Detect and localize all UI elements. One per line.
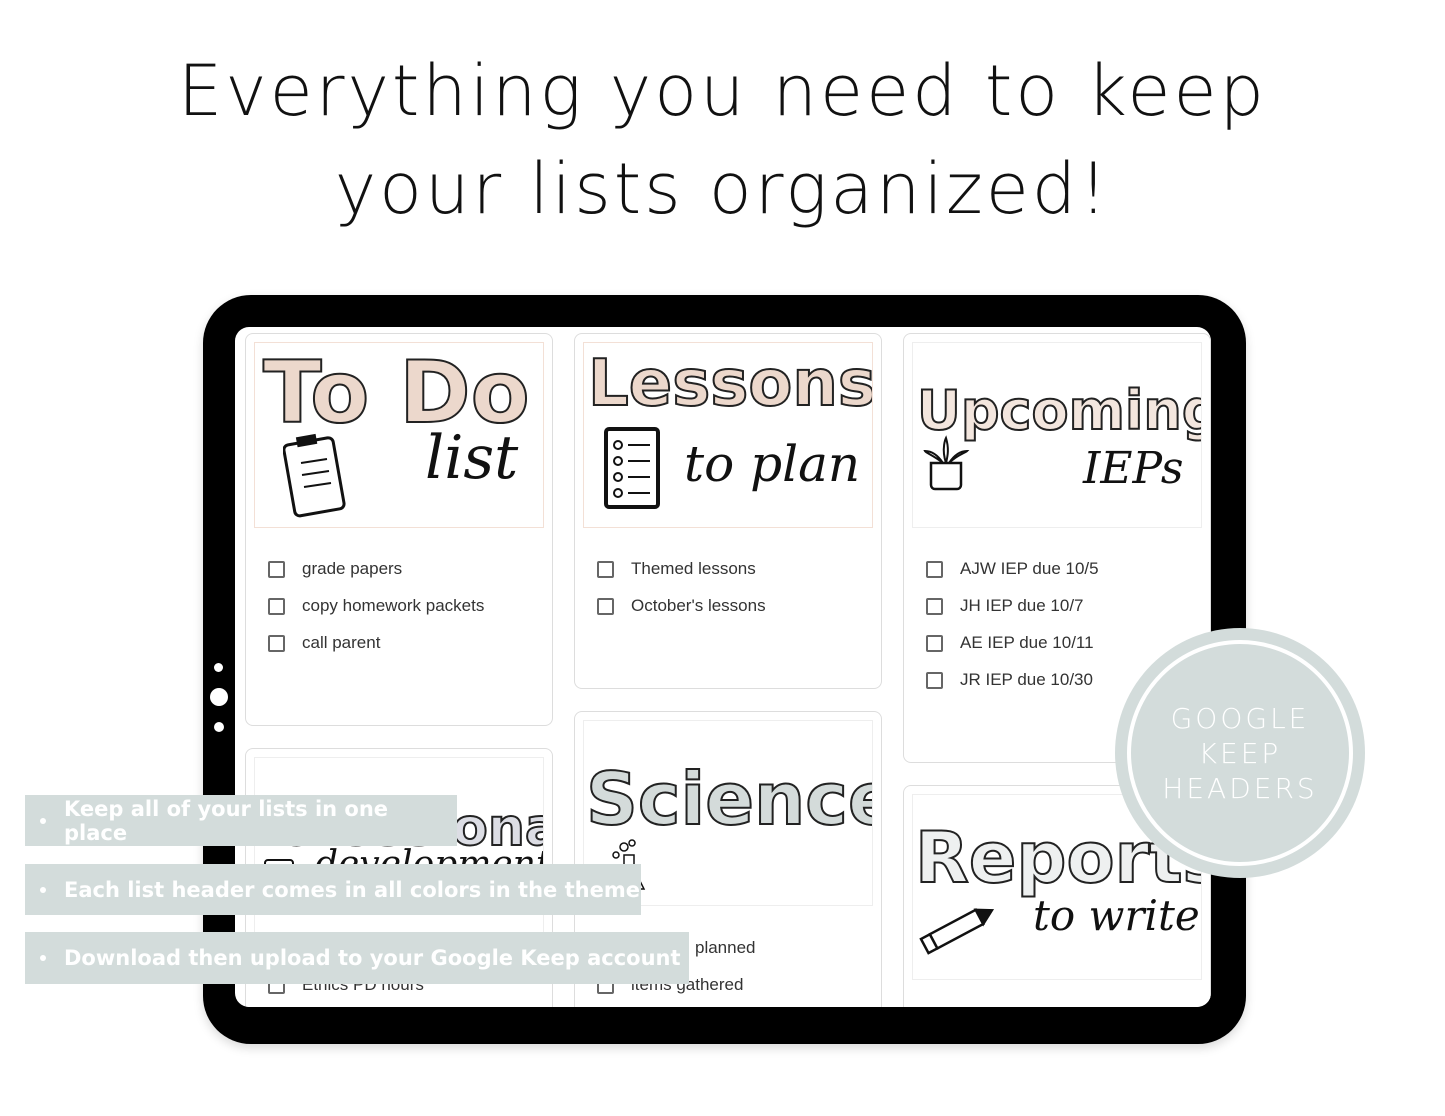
badge-line-2: KEEP [1198,736,1282,770]
checklist-item[interactable]: planned [695,938,756,958]
item-text: planned [695,938,756,957]
tablet-button-icon [210,688,228,706]
checklist-item[interactable]: AJW IEP due 10/5 [926,559,1099,579]
checkbox[interactable] [926,634,943,652]
item-text: grade papers [302,559,403,578]
checkbox[interactable] [268,634,285,652]
note-card-lessons[interactable]: Lessons to plan Themed lessons October's… [574,333,882,689]
badge-line-1: GOOGLE [1170,701,1310,735]
headline-line-2: your lists organized! [334,148,1111,230]
item-text: AE IEP due 10/11 [960,633,1094,652]
bullet-icon [40,955,46,961]
plant-icon [923,435,970,491]
checkbox[interactable] [926,560,943,578]
checklist-item[interactable]: AE IEP due 10/11 [926,633,1094,653]
header-title: Lessons [587,346,873,422]
banner-text: Keep all of your lists in one place [63,796,389,845]
note-card-todo[interactable]: To Do list grade papers copy homework pa… [245,333,553,726]
bullet-icon [40,886,46,893]
banner-text: Each list header comes in all colors in … [64,877,640,902]
item-text: copy homework packets [302,596,485,615]
header-image-professional: Professional development [254,757,544,943]
item-text: JH IEP due 10/7 [960,596,1084,615]
checkbox[interactable] [268,597,285,615]
badge-line-3: HEADERS [1162,771,1318,805]
banner-text: Download then upload to your Google Keep… [64,946,681,970]
item-text: October's lessons [631,596,766,615]
clipboard-icon [283,433,346,518]
feature-banner-3: Download then upload to your Google Keep… [25,932,689,984]
checkbox[interactable] [597,560,614,578]
header-subtitle: to plan [684,435,861,493]
tablet-camera-icon [214,663,223,672]
checklist-item[interactable]: October's lessons [597,596,766,616]
checklist-item[interactable]: JR IEP due 10/30 [926,670,1093,690]
feature-banner-1: Keep all of your lists in one place [25,795,457,846]
google-keep-headers-badge: GOOGLE KEEP HEADERS [1115,628,1365,878]
checklist-icon [604,427,660,509]
header-subtitle: list [425,423,519,493]
header-image-todo: To Do list [254,342,544,528]
checkbox[interactable] [597,597,614,615]
checklist-item[interactable]: copy homework packets [268,596,484,616]
header-image-ieps: Upcoming IEPs [912,342,1202,528]
checklist-item[interactable]: JH IEP due 10/7 [926,596,1084,616]
item-text: Themed lessons [631,559,756,578]
checklist-item[interactable]: grade papers [268,559,402,579]
checkbox[interactable] [268,560,285,578]
headline-line-1: Everything you need to keep [178,50,1267,132]
checkbox[interactable] [926,597,943,615]
header-title: Science [585,756,873,842]
item-text: call parent [302,633,381,652]
pencil-icon [919,908,995,955]
item-text: JR IEP due 10/30 [960,670,1093,689]
tablet-sensor-icon [214,722,224,732]
item-text: AJW IEP due 10/5 [960,559,1099,578]
checkbox[interactable] [926,671,943,689]
feature-banner-2: Each list header comes in all colors in … [25,864,641,915]
header-subtitle: IEPs [1083,443,1184,494]
bullet-icon [40,817,46,824]
checklist-item[interactable]: Themed lessons [597,559,756,579]
header-image-lessons: Lessons to plan [583,342,873,528]
checklist-item[interactable]: call parent [268,633,380,653]
header-subtitle: to write [1033,891,1200,940]
